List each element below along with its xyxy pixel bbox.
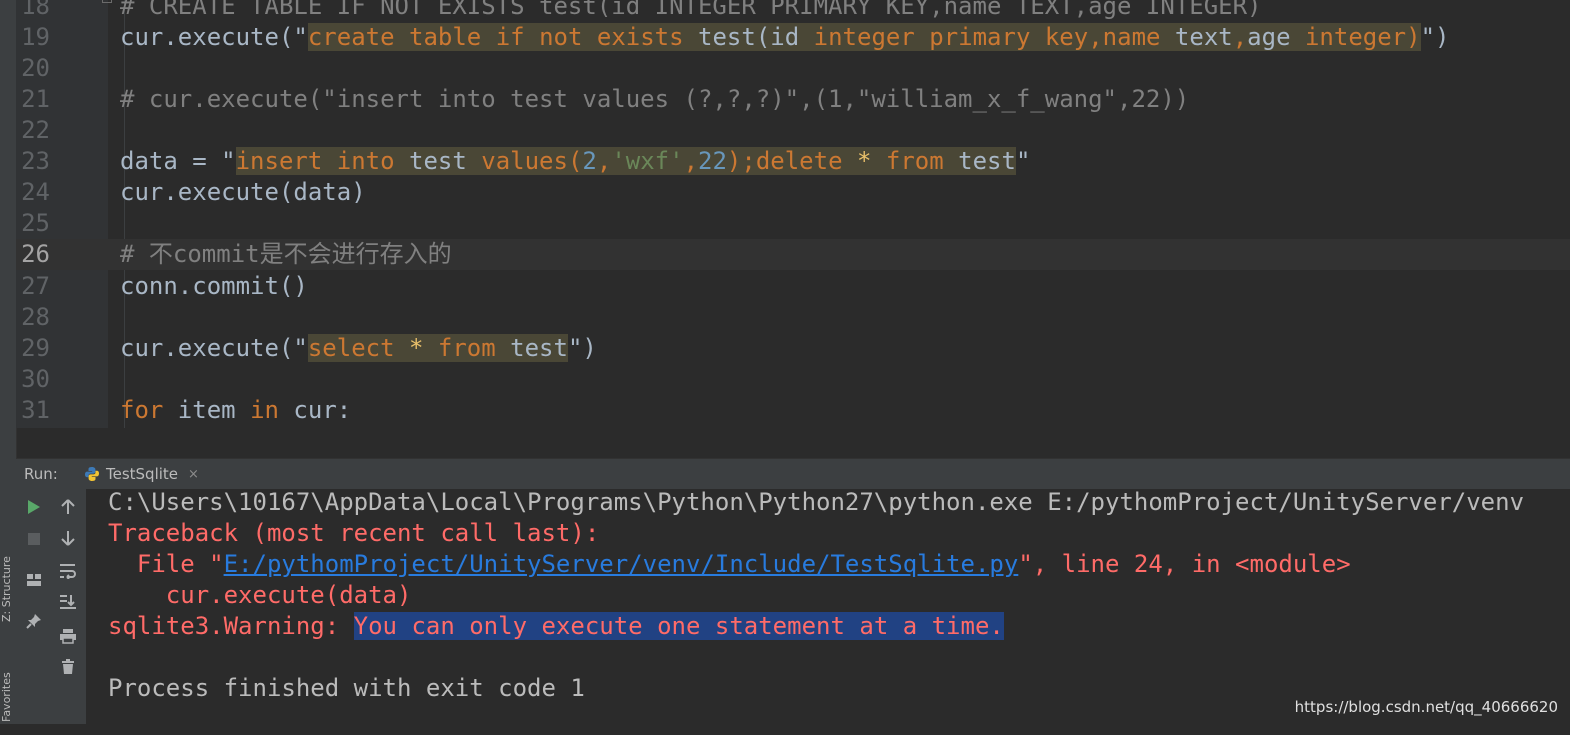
pin-icon[interactable] [24, 611, 44, 631]
line-number: 31 [21, 396, 50, 424]
code-line-31: 31 for item in cur: [16, 395, 1570, 426]
code-comment: # 不commit是不会进行存入的 [120, 240, 452, 268]
line-number: 21 [21, 85, 50, 113]
code-line-27: 27 conn.commit() [16, 271, 1570, 302]
line-number: 25 [21, 209, 50, 237]
code-editor[interactable]: 18 # CREATE TABLE IF NOT EXISTS test(id … [16, 0, 1570, 428]
run-tab-label: TestSqlite [106, 465, 179, 483]
code-line-26-current: 26 # 不commit是不会进行存入的 [16, 239, 1570, 270]
run-console-output[interactable]: C:\Users\10167\AppData\Local\Programs\Py… [87, 489, 1570, 724]
code-text: cur.execute("create table if not exists … [120, 23, 1450, 51]
code-line-21: 21 # cur.execute("insert into test value… [16, 84, 1570, 115]
code-line-28: 28 [16, 302, 1570, 333]
line-number: 19 [21, 23, 50, 51]
down-arrow-icon[interactable] [58, 528, 78, 548]
code-text: cur.execute(data) [120, 178, 366, 206]
trash-icon[interactable] [58, 657, 78, 677]
code-comment: # CREATE TABLE IF NOT EXISTS test(id INT… [120, 0, 1262, 20]
code-text: data = "insert into test values(2,'wxf',… [120, 147, 1031, 175]
code-text: cur.execute("select * from test") [120, 334, 597, 362]
line-number: 22 [21, 116, 50, 144]
favorites-tab-label: Favorites [0, 672, 13, 722]
watermark-url: https://blog.csdn.net/qq_40666620 [1294, 698, 1558, 716]
code-line-25: 25 [16, 208, 1570, 239]
console-code-line: cur.execute(data) [108, 581, 412, 609]
code-line-29: 29 cur.execute("select * from test") [16, 333, 1570, 364]
code-text: conn.commit() [120, 272, 308, 300]
line-number: 18 [21, 0, 50, 20]
line-number: 26 [21, 240, 50, 268]
console-file-line: File "E:/pythomProject/UnityServer/venv/… [108, 550, 1351, 578]
code-line-30: 30 [16, 364, 1570, 395]
line-number: 29 [21, 334, 50, 362]
rerun-icon[interactable] [24, 497, 44, 517]
code-text: for item in cur: [120, 396, 352, 424]
run-toolbar [16, 489, 86, 724]
code-line-20: 20 [16, 53, 1570, 84]
line-number: 24 [21, 178, 50, 206]
structure-tool-tab[interactable]: Z: Structure [0, 556, 16, 635]
line-number: 30 [21, 365, 50, 393]
console-traceback-header: Traceback (most recent call last): [108, 519, 600, 547]
line-number: 28 [21, 303, 50, 331]
code-line-18: 18 # CREATE TABLE IF NOT EXISTS test(id … [16, 0, 1570, 22]
console-warning-line: sqlite3.Warning: You can only execute on… [108, 612, 1004, 640]
scroll-to-end-icon[interactable] [58, 592, 78, 612]
console-command-line: C:\Users\10167\AppData\Local\Programs\Py… [108, 489, 1525, 516]
code-line-24: 24 cur.execute(data) [16, 177, 1570, 208]
stop-icon[interactable] [24, 529, 44, 549]
run-label: Run: [24, 465, 58, 483]
line-number: 23 [21, 147, 50, 175]
run-tab-testsqlite[interactable]: TestSqlite × [80, 459, 211, 489]
up-arrow-icon[interactable] [58, 497, 78, 517]
python-icon [85, 467, 99, 481]
code-line-19: 19 cur.execute("create table if not exis… [16, 22, 1570, 53]
source-file-link[interactable]: E:/pythomProject/UnityServer/venv/Includ… [224, 550, 1019, 578]
selected-warning-text[interactable]: You can only execute one statement at a … [353, 612, 1004, 640]
code-line-23: 23 data = "insert into test values(2,'wx… [16, 146, 1570, 177]
close-icon[interactable]: × [188, 467, 199, 482]
fold-icon[interactable] [102, 0, 112, 3]
run-panel-header: Run: TestSqlite × [16, 458, 1570, 489]
print-icon[interactable] [58, 626, 78, 646]
structure-tab-label: Z: Structure [0, 556, 13, 622]
code-line-22: 22 [16, 115, 1570, 146]
left-tool-strip: Z: Structure Favorites [0, 0, 17, 724]
line-number: 20 [21, 54, 50, 82]
layout-icon[interactable] [24, 570, 44, 590]
line-number: 27 [21, 272, 50, 300]
code-comment: # cur.execute("insert into test values (… [120, 85, 1190, 113]
console-exit-line: Process finished with exit code 1 [108, 674, 585, 702]
soft-wrap-icon[interactable] [58, 561, 78, 581]
